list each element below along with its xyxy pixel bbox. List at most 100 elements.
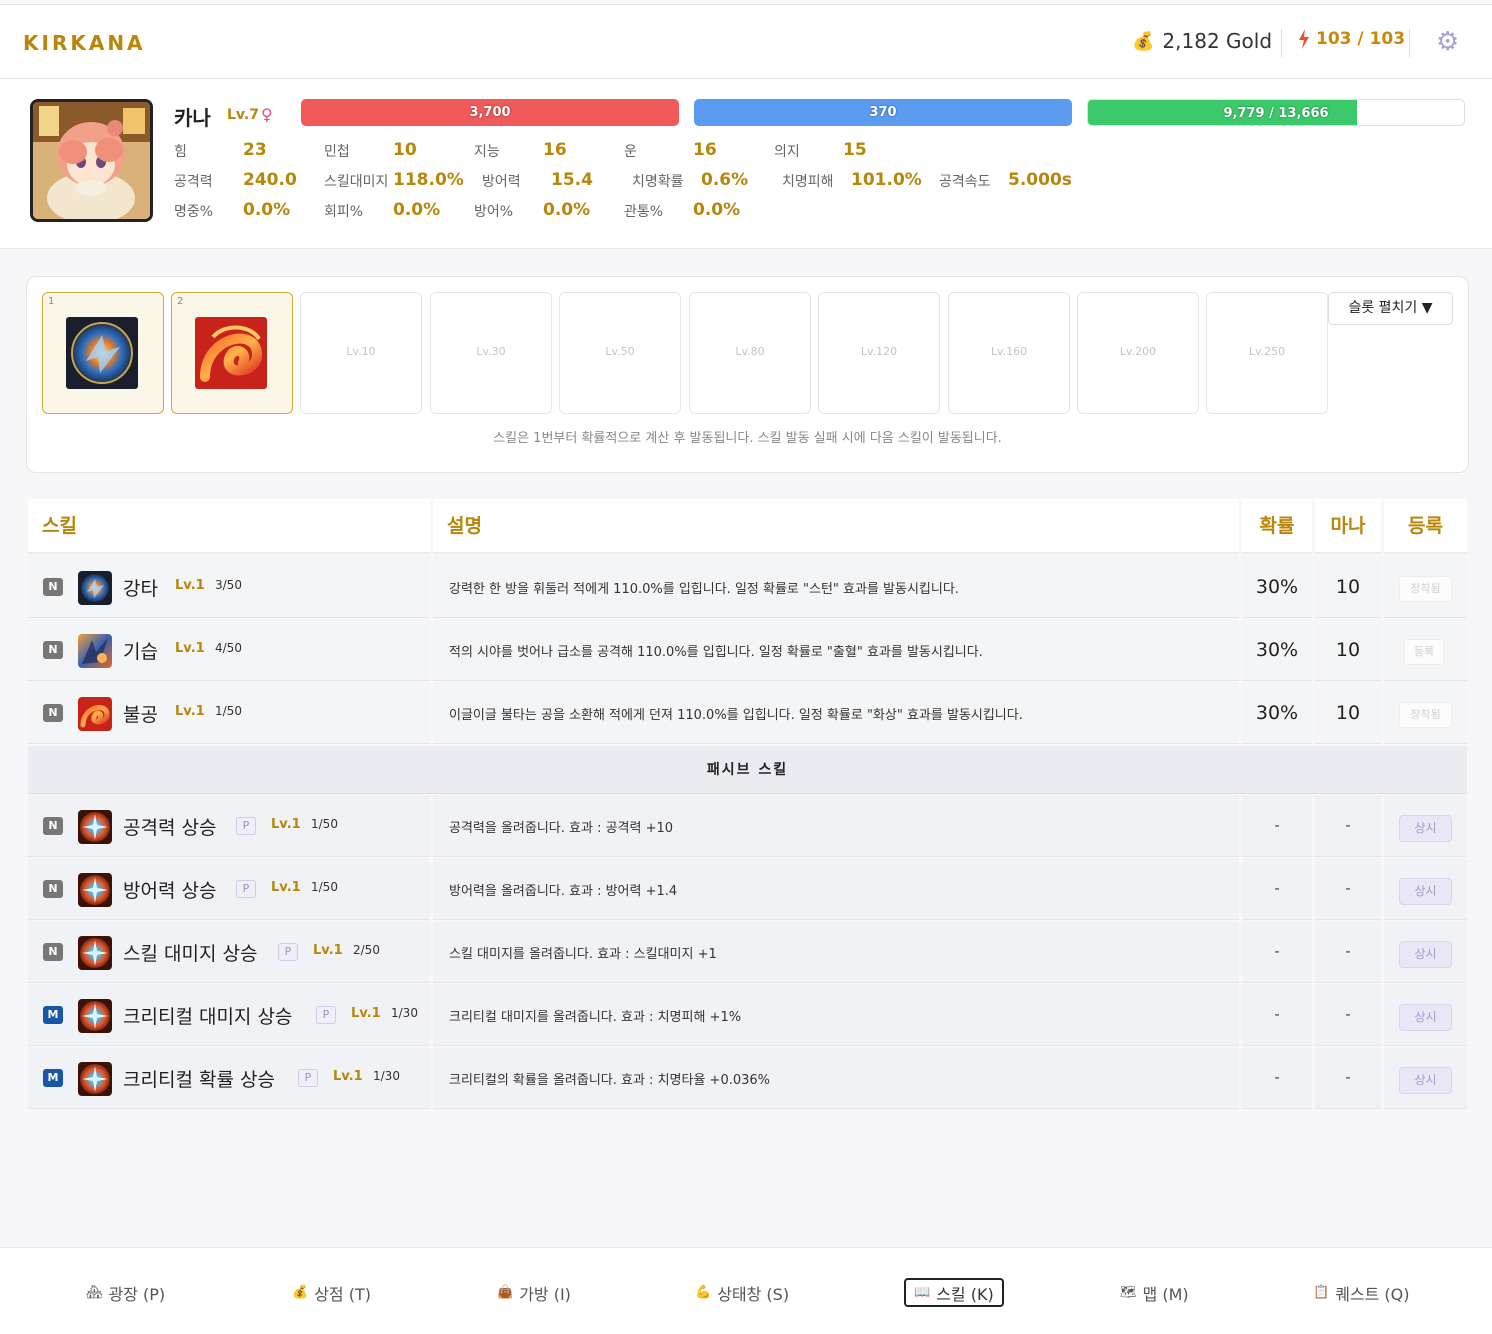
- gender-icon: ♀: [261, 105, 273, 124]
- plaza-icon: 🏘: [86, 1285, 103, 1300]
- skill-slot-locked[interactable]: Lv.250: [1206, 292, 1328, 414]
- stat-label: 의지: [774, 144, 800, 160]
- skill-slot-locked[interactable]: Lv.80: [689, 292, 811, 414]
- chance-cell: 30%: [1242, 682, 1312, 744]
- slot-level-requirement: Lv.80: [735, 345, 765, 358]
- register-cell: 장착됨: [1384, 556, 1467, 618]
- skill-slot[interactable]: 2: [171, 292, 293, 414]
- stat-value: 101.0%: [851, 170, 922, 190]
- always-on-button[interactable]: 상시: [1399, 815, 1452, 842]
- mana-cell: 10: [1315, 682, 1381, 744]
- nav-plaza[interactable]: 🏘 광장 (P): [78, 1278, 173, 1307]
- table-row: M 크리티컬 확률 상승 P Lv.1 1/30 크리티컬의 확률을 올려줍니다…: [28, 1047, 1467, 1110]
- mana-cell: -: [1315, 858, 1381, 920]
- stat-value: 0.0%: [393, 200, 441, 220]
- book-icon: 📖: [914, 1285, 931, 1300]
- passive-badge: P: [236, 880, 256, 898]
- grade-badge: N: [43, 641, 63, 659]
- skill-name: 스킬 대미지 상승: [123, 943, 258, 965]
- slot-level-requirement: Lv.120: [860, 345, 898, 358]
- nav-shop[interactable]: 💰 상점 (T): [284, 1278, 379, 1307]
- moneybag-icon: 💰: [292, 1285, 309, 1300]
- muscle-icon: 💪: [695, 1285, 712, 1300]
- gear-icon[interactable]: ⚙: [1436, 29, 1459, 55]
- stat-label: 공격력: [174, 174, 213, 190]
- exp-text: 9,779 / 13,666: [1223, 106, 1329, 121]
- mana-cell: 10: [1315, 556, 1381, 618]
- lightning-icon: [1299, 29, 1309, 49]
- skill-level: Lv.1: [271, 880, 301, 895]
- always-on-button[interactable]: 상시: [1399, 1004, 1452, 1031]
- slot-level-requirement: Lv.10: [346, 345, 376, 358]
- skill-slot-locked[interactable]: Lv.200: [1077, 292, 1199, 414]
- always-on-button[interactable]: 상시: [1399, 1067, 1452, 1094]
- gold-amount: 2,182 Gold: [1162, 29, 1273, 53]
- stat-value: 5.000s: [1008, 170, 1072, 190]
- nav-bag[interactable]: 👜 가방 (I): [489, 1278, 579, 1307]
- skill-description: 공격력을 올려줍니다. 효과 : 공격력 +10: [449, 821, 674, 836]
- skill-count: 1/30: [391, 1006, 418, 1020]
- skill-slot-locked[interactable]: Lv.30: [430, 292, 552, 414]
- skill-slot-locked[interactable]: Lv.120: [818, 292, 940, 414]
- always-on-button[interactable]: 상시: [1399, 941, 1452, 968]
- avatar[interactable]: [30, 99, 153, 222]
- register-cell: 상시: [1384, 1047, 1467, 1109]
- nav-map[interactable]: 🗺 맵 (M): [1112, 1278, 1197, 1307]
- nav-skill[interactable]: 📖 스킬 (K): [904, 1278, 1004, 1307]
- stat-value: 10: [393, 140, 417, 160]
- stat-label: 힘: [174, 144, 187, 160]
- skill-slot[interactable]: 1: [42, 292, 164, 414]
- skill-slots-panel: 1 2 Lv.10 Lv.30 Lv.50 Lv.80 Lv.120 Lv.16…: [26, 276, 1469, 473]
- passive-badge: P: [236, 817, 256, 835]
- table-row: N 공격력 상승 P Lv.1 1/50 공격력을 올려줍니다. 효과 : 공격…: [28, 795, 1467, 858]
- fireball-icon: [78, 697, 112, 731]
- skill-slot-locked[interactable]: Lv.10: [300, 292, 422, 414]
- skill-slot-locked[interactable]: Lv.50: [559, 292, 681, 414]
- skill-level: Lv.1: [175, 641, 205, 656]
- stat-value: 16: [543, 140, 567, 160]
- expand-slots-button[interactable]: 슬롯 펼치기 ▼: [1328, 292, 1453, 325]
- skill-level: Lv.1: [175, 704, 205, 719]
- hp-bar: 3,700: [301, 99, 679, 126]
- description-cell: 적의 시야를 벗어나 급소를 공격해 110.0%를 입힙니다. 일정 확률로 …: [433, 619, 1239, 681]
- equipped-button[interactable]: 장착됨: [1399, 702, 1452, 728]
- bag-icon: 👜: [497, 1285, 514, 1300]
- equipped-button[interactable]: 장착됨: [1399, 576, 1452, 602]
- ambush-icon: [78, 634, 112, 668]
- slot-level-requirement: Lv.50: [605, 345, 635, 358]
- description-cell: 크리티컬 대미지를 올려줍니다. 효과 : 치명피해 +1%: [433, 984, 1239, 1046]
- register-cell: 상시: [1384, 858, 1467, 920]
- grade-badge: N: [43, 704, 63, 722]
- nav-label: 맵 (M): [1142, 1284, 1189, 1304]
- description-cell: 공격력을 올려줍니다. 효과 : 공격력 +10: [433, 795, 1239, 857]
- skill-level: Lv.1: [333, 1069, 363, 1084]
- nav-label: 퀘스트 (Q): [1335, 1284, 1410, 1304]
- skill-cell: N 기습 Lv.1 4/50: [28, 619, 430, 681]
- skill-cell: N 방어력 상승 P Lv.1 1/50: [28, 858, 430, 920]
- mana-cell: -: [1315, 1047, 1381, 1109]
- slot-level-requirement: Lv.160: [990, 345, 1028, 358]
- register-button[interactable]: 등록: [1404, 639, 1444, 665]
- stat-label: 회피%: [324, 204, 364, 220]
- description-cell: 크리티컬의 확률을 올려줍니다. 효과 : 치명타율 +0.036%: [433, 1047, 1239, 1109]
- nav-status[interactable]: 💪 상태창 (S): [687, 1278, 797, 1307]
- energy-amount: 103 / 103: [1316, 29, 1406, 49]
- skill-description: 강력한 한 방을 휘둘러 적에게 110.0%를 입힙니다. 일정 확률로 "스…: [449, 582, 959, 597]
- always-on-button[interactable]: 상시: [1399, 878, 1452, 905]
- column-header-chance: 확률: [1242, 499, 1312, 554]
- stat-value: 240.0: [243, 170, 297, 190]
- chance-cell: -: [1242, 795, 1312, 857]
- nav-quest[interactable]: 📋 퀘스트 (Q): [1305, 1278, 1418, 1307]
- brand-logo[interactable]: KIRKANA: [23, 31, 146, 55]
- skill-description: 방어력을 올려줍니다. 효과 : 방어력 +1.4: [449, 884, 678, 899]
- passive-badge: P: [298, 1069, 318, 1087]
- skill-name: 크리티컬 확률 상승: [123, 1069, 275, 1091]
- stat-label: 방어력: [482, 174, 521, 190]
- skill-cell: N 불공 Lv.1 1/50: [28, 682, 430, 744]
- clipboard-icon: 📋: [1313, 1285, 1330, 1300]
- skill-description: 적의 시야를 벗어나 급소를 공격해 110.0%를 입힙니다. 일정 확률로 …: [449, 645, 983, 660]
- skill-slot-locked[interactable]: Lv.160: [948, 292, 1070, 414]
- column-header-register: 등록: [1384, 499, 1467, 554]
- register-cell: 상시: [1384, 795, 1467, 857]
- stat-label: 공격속도: [939, 174, 991, 190]
